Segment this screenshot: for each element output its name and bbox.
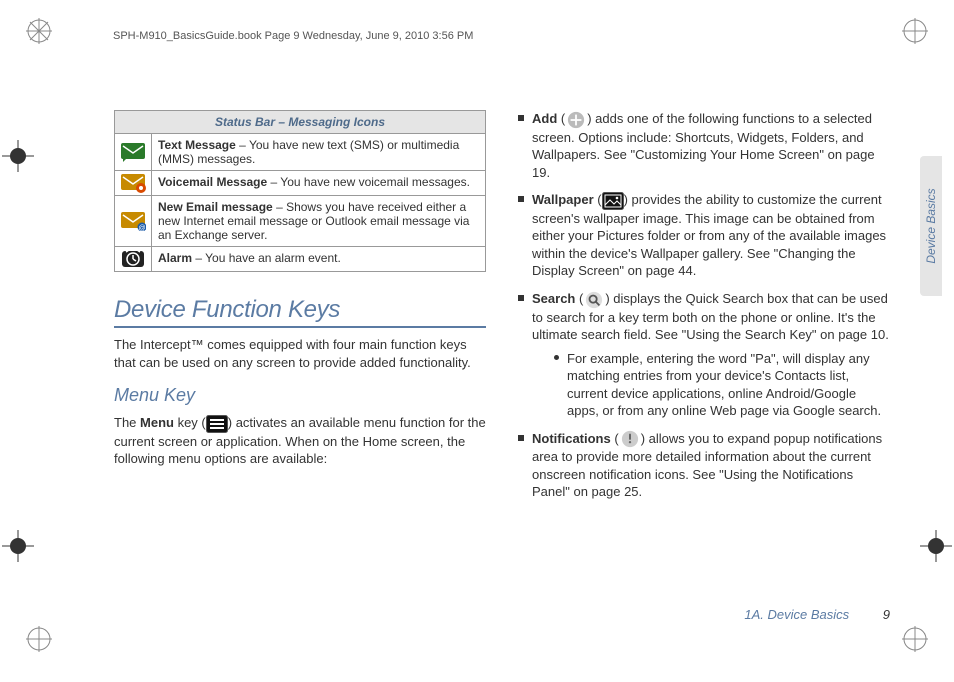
notifications-icon	[619, 431, 641, 446]
registration-icon	[26, 18, 52, 44]
table-title: Status Bar – Messaging Icons	[115, 111, 486, 134]
registration-icon	[902, 626, 928, 652]
table-row: Alarm – You have an alarm event.	[115, 247, 486, 272]
row-label: Voicemail Message	[158, 175, 267, 189]
wallpaper-bullet: Wallpaper () provides the ability to cus…	[518, 191, 890, 280]
bullet-icon	[518, 115, 524, 121]
bullet-icon	[518, 295, 524, 301]
text-message-icon	[115, 134, 152, 171]
email-icon: @	[115, 196, 152, 247]
voicemail-icon	[115, 171, 152, 196]
section-heading: Device Function Keys	[114, 296, 486, 328]
table-row: Voicemail Message – You have new voicema…	[115, 171, 486, 196]
sub-heading: Menu Key	[114, 385, 486, 406]
search-sub-bullet: For example, entering the word "Pa", wil…	[554, 350, 890, 420]
bullet-icon	[518, 435, 524, 441]
crop-target-icon	[920, 530, 952, 562]
add-bullet: Add () adds one of the following functio…	[518, 110, 890, 181]
subbullet-icon	[554, 355, 559, 360]
table-row: @ New Email message – Shows you have rec…	[115, 196, 486, 247]
status-bar-table: Status Bar – Messaging Icons Text Messag…	[114, 110, 486, 272]
crop-target-icon	[2, 530, 34, 562]
menu-key-paragraph: The Menu key () activates an available m…	[114, 414, 486, 468]
footer-chapter: 1A. Device Basics	[744, 607, 849, 622]
search-icon	[583, 291, 605, 306]
search-bullet: Search () displays the Quick Search box …	[518, 290, 890, 420]
registration-icon	[902, 18, 928, 44]
add-icon	[565, 111, 587, 126]
row-label: Text Message	[158, 138, 236, 152]
menu-key-icon	[206, 415, 228, 430]
print-header: SPH-M910_BasicsGuide.book Page 9 Wednesd…	[113, 30, 473, 42]
alarm-icon	[115, 247, 152, 272]
crop-target-icon	[2, 140, 34, 172]
row-label: Alarm	[158, 251, 192, 265]
table-row: Text Message – You have new text (SMS) o…	[115, 134, 486, 171]
section-tab: Device Basics	[920, 156, 942, 296]
wallpaper-icon	[602, 192, 624, 207]
notifications-bullet: Notifications () allows you to expand po…	[518, 430, 890, 501]
section-tab-label: Device Basics	[924, 188, 938, 263]
row-label: New Email message	[158, 200, 273, 214]
intro-paragraph: The Intercept™ comes equipped with four …	[114, 336, 486, 371]
page-footer: 1A. Device Basics 9	[744, 607, 890, 622]
bullet-icon	[518, 196, 524, 202]
svg-text:@: @	[138, 225, 145, 231]
row-desc: – You have new voicemail messages.	[267, 175, 470, 189]
registration-icon	[26, 626, 52, 652]
footer-page-number: 9	[883, 607, 890, 622]
row-desc: – You have an alarm event.	[192, 251, 341, 265]
